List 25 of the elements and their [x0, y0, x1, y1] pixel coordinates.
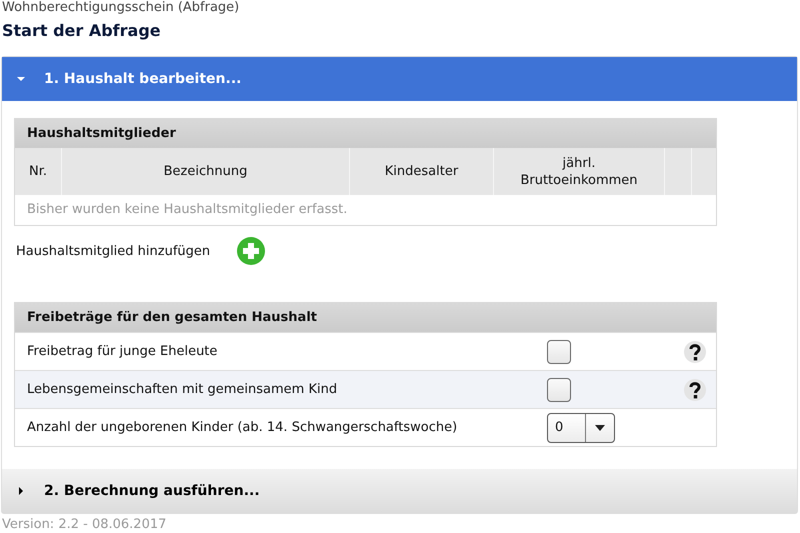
add-icon[interactable]	[236, 236, 266, 266]
checkbox[interactable]	[547, 340, 571, 364]
panel-header[interactable]: 2. Berechnung ausführen...	[2, 469, 797, 513]
empty-message: Bisher wurden keine Haushaltsmitglieder erfasst.	[26, 201, 348, 219]
column-header: Nr.	[15, 148, 62, 195]
help-icon[interactable]	[683, 340, 707, 364]
checkbox[interactable]	[547, 378, 571, 402]
page-heading: Start der Abfrage	[1, 20, 162, 42]
allowance-label: Lebensgemeinschaften mit gemeinsamem Kind	[26, 382, 338, 397]
column-header: Bezeichnung	[62, 148, 350, 195]
section-header: Haushaltsmitglieder	[15, 119, 716, 148]
app-title: Wohnberechtigungsschein (Abfrage)	[1, 0, 240, 17]
count-dropdown[interactable]: 0	[547, 412, 615, 442]
column-header: jährl. Bruttoeinkommen	[494, 148, 665, 195]
allowance-label: Anzahl der ungeborenen Kinder (ab. 14. Schwangerschaftswoche)	[26, 420, 458, 435]
caret-down-icon	[16, 74, 26, 84]
section-header: Freibeträge für den gesamten Haushalt	[15, 303, 716, 332]
help-icon[interactable]	[683, 378, 707, 402]
add-member-label: Haushaltsmitglied hinzufügen	[16, 244, 210, 258]
allowance-label: Freibetrag für junge Eheleute	[26, 344, 218, 359]
column-header: Kindesalter	[350, 148, 494, 195]
panel-header[interactable]: 1. Haushalt bearbeiten...	[2, 57, 797, 101]
caret-down-icon	[595, 424, 605, 430]
version-text: Version: 2.2 - 08.06.2017	[1, 516, 168, 532]
caret-right-icon	[16, 486, 26, 496]
